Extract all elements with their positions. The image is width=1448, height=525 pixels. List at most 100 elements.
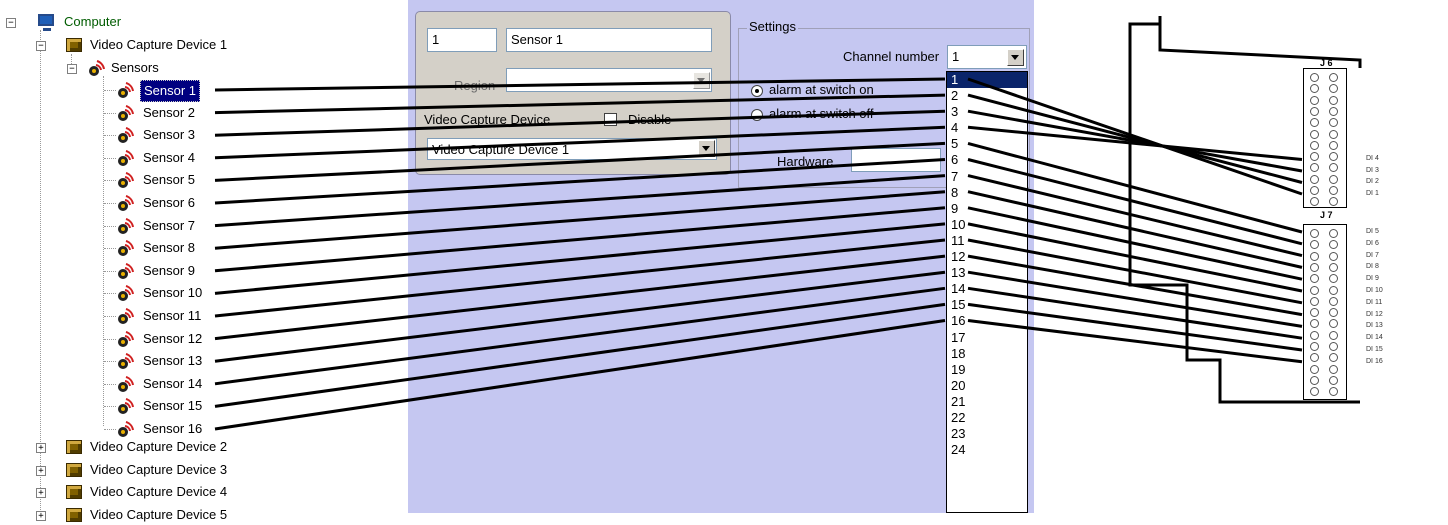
- expand-icon[interactable]: +: [36, 510, 46, 521]
- hardware-field[interactable]: [851, 148, 941, 172]
- connector-pin: [1310, 163, 1319, 173]
- connector-j7: [1303, 224, 1347, 400]
- channel-option[interactable]: 6: [947, 152, 1027, 168]
- tree-node-label: Sensor 13: [143, 353, 203, 369]
- tree-node-label: Sensor 14: [143, 375, 203, 391]
- channel-dropdown-button[interactable]: [1007, 49, 1024, 66]
- connector-pin: [1329, 197, 1338, 207]
- collapse-icon[interactable]: −: [36, 41, 46, 51]
- connector-pin: [1310, 375, 1319, 385]
- connector-pin: [1329, 262, 1338, 272]
- settings-group-title: Settings: [747, 19, 798, 34]
- channel-option[interactable]: 7: [947, 169, 1027, 185]
- connector-pin: [1329, 308, 1338, 318]
- connector-pin: [1310, 262, 1319, 272]
- digital-input-label: DI 9: [1366, 275, 1379, 283]
- channel-option[interactable]: 21: [947, 394, 1027, 410]
- connector-pin: [1310, 229, 1319, 238]
- region-select[interactable]: [506, 68, 712, 92]
- sensor-icon: [118, 421, 134, 437]
- tree-node-label: Sensor 12: [143, 330, 203, 346]
- connector-pin: [1310, 152, 1319, 162]
- channel-option[interactable]: 2: [947, 88, 1027, 104]
- channel-option[interactable]: 19: [947, 362, 1027, 378]
- connector-pin: [1310, 174, 1319, 184]
- connector-pin: [1310, 285, 1319, 295]
- channel-option[interactable]: 9: [947, 201, 1027, 217]
- tree-line: [104, 406, 116, 408]
- channel-option[interactable]: 5: [947, 136, 1027, 152]
- region-dropdown-button[interactable]: [693, 72, 710, 89]
- region-label: Region: [454, 78, 496, 93]
- channel-option[interactable]: 11: [947, 233, 1027, 249]
- id-field[interactable]: 1: [427, 28, 497, 52]
- channel-option[interactable]: 22: [947, 410, 1027, 426]
- channel-option[interactable]: 14: [947, 281, 1027, 297]
- connector-pin: [1329, 353, 1338, 363]
- channel-option[interactable]: 4: [947, 120, 1027, 136]
- vcd-dropdown-button[interactable]: [698, 140, 715, 157]
- disable-label: Disable: [628, 112, 672, 127]
- sensor-icon: [89, 60, 105, 76]
- connector-pin: [1329, 73, 1338, 82]
- channel-option[interactable]: 17: [947, 330, 1027, 346]
- tree-line: [104, 338, 116, 340]
- connector-pin: [1310, 95, 1319, 105]
- tree-node-label: Video Capture Device 4: [90, 484, 228, 500]
- connector-pin: [1329, 174, 1338, 184]
- hardware-label: Hardware: [777, 154, 834, 169]
- channel-option[interactable]: 8: [947, 185, 1027, 201]
- video-capture-device-label: Video Capture Device: [424, 112, 551, 127]
- name-field[interactable]: Sensor 1: [506, 28, 712, 52]
- connector-pin: [1329, 140, 1338, 150]
- connector-pin: [1310, 140, 1319, 150]
- wiring-diagram: J 6 J 7 DI 4 DI 3 DI 2 DI 1 DI 5 DI 6 DI 7 DI 8…: [1034, 0, 1448, 513]
- channel-option[interactable]: 20: [947, 378, 1027, 394]
- connector-pin: [1329, 118, 1338, 128]
- connector-pin: [1310, 387, 1319, 397]
- alarm-switch-off-radio[interactable]: [751, 109, 763, 121]
- connector-pin: [1310, 274, 1319, 284]
- channel-option[interactable]: 24: [947, 442, 1027, 458]
- device-tree[interactable]: − Computer − Video Capture Device 1 − Se…: [0, 0, 408, 522]
- sensor-icon: [118, 104, 134, 121]
- expand-icon[interactable]: +: [36, 443, 46, 453]
- sensor-icon: [118, 82, 134, 98]
- digital-input-label: DI 7: [1366, 251, 1379, 259]
- digital-input-label: DI 12: [1366, 310, 1383, 318]
- channel-option[interactable]: 23: [947, 426, 1027, 442]
- sensor-icon: [118, 195, 134, 211]
- channel-option[interactable]: 18: [947, 346, 1027, 362]
- channel-option[interactable]: 13: [947, 265, 1027, 281]
- expand-icon[interactable]: +: [36, 488, 46, 499]
- video-capture-device-select[interactable]: Video Capture Device 1: [427, 138, 717, 160]
- channel-option[interactable]: 1: [947, 72, 1027, 89]
- sensor-icon: [118, 375, 134, 392]
- sensor-icon: [118, 262, 134, 279]
- connector-pin: [1310, 319, 1319, 329]
- alarm-switch-on-radio[interactable]: [751, 85, 763, 97]
- expand-icon[interactable]: +: [36, 465, 46, 476]
- connector-pin: [1329, 330, 1338, 340]
- sensor-icon: [118, 353, 134, 370]
- tree-node-label: Sensor 10: [143, 285, 203, 301]
- channel-option[interactable]: 16: [947, 313, 1027, 329]
- connector-pin: [1310, 364, 1319, 374]
- connector-j6: [1303, 68, 1347, 208]
- connector-pin: [1310, 106, 1319, 116]
- disable-checkbox[interactable]: [604, 113, 617, 126]
- channel-option[interactable]: 10: [947, 217, 1027, 233]
- tree-node-label: Sensor 15: [143, 398, 203, 414]
- channel-option[interactable]: 15: [947, 297, 1027, 313]
- tree-line: [104, 361, 116, 363]
- tree-line: [104, 316, 116, 317]
- channel-option[interactable]: 3: [947, 104, 1027, 120]
- channel-option[interactable]: 12: [947, 249, 1027, 265]
- capture-device-icon: [66, 485, 82, 500]
- connector-pin: [1329, 364, 1338, 374]
- collapse-icon[interactable]: −: [67, 64, 77, 74]
- channel-dropdown-list[interactable]: 1 2 3 4 5 6 7 8 9 10 11 12 13 14 15 16 17 18 19 20 21 22 23 24: [946, 71, 1028, 513]
- collapse-icon[interactable]: −: [6, 18, 16, 28]
- connector-pin: [1329, 274, 1338, 284]
- tree-line: [104, 248, 116, 250]
